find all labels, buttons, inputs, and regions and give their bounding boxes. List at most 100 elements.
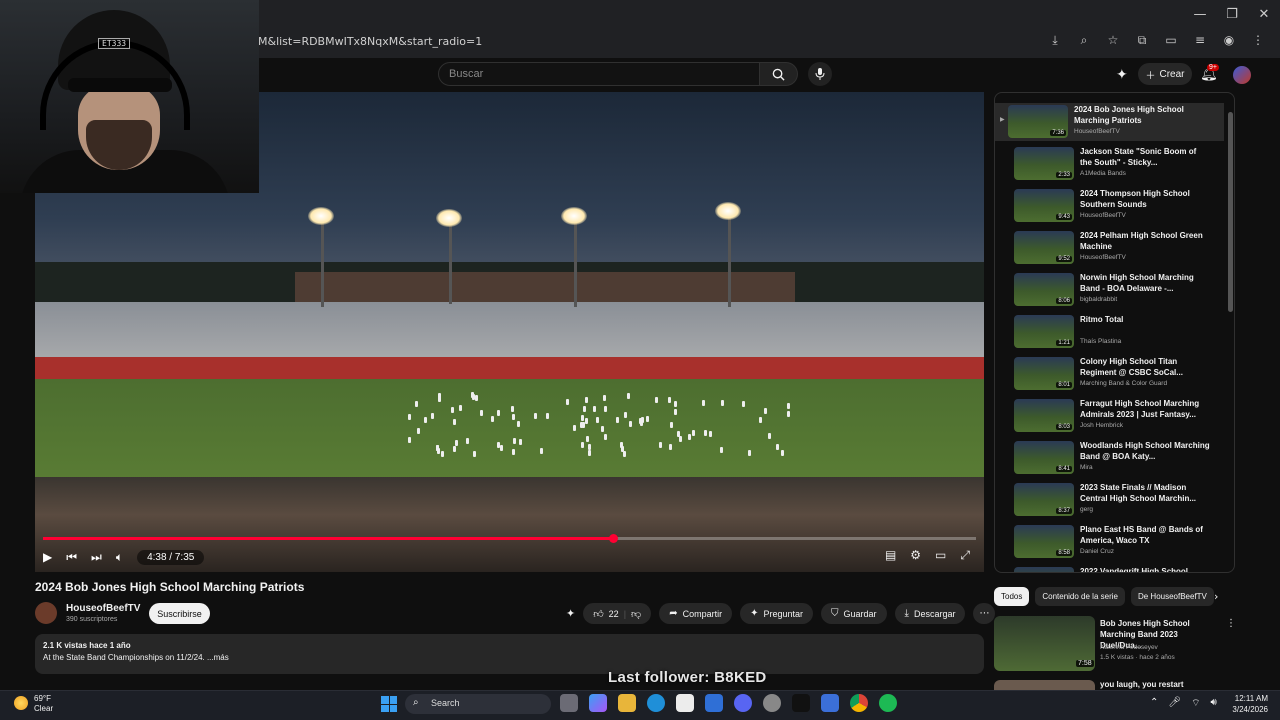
playlist-thumbnail[interactable]: 8:58 xyxy=(1014,525,1074,558)
playlist-item[interactable]: 8:01 Colony High School Titan Regiment @ … xyxy=(1001,355,1226,393)
settings-gear-icon[interactable]: ⚙ xyxy=(910,548,921,563)
play-icon[interactable]: ▶ xyxy=(43,550,52,564)
obs-icon[interactable] xyxy=(763,694,781,712)
fullscreen-icon[interactable]: ⤢ xyxy=(960,548,970,563)
zoom-icon[interactable]: ⌕ xyxy=(1076,33,1092,48)
search-input[interactable]: Buscar xyxy=(438,62,760,86)
minimize-button[interactable]: — xyxy=(1184,0,1216,28)
playlist-title[interactable]: 2023 State Finals // Madison Central Hig… xyxy=(1080,482,1210,504)
recommendation-item[interactable]: you laugh, you restart xyxy=(994,680,1274,690)
playlist-title[interactable]: 2022 Vandegrift High School xyxy=(1080,566,1210,572)
progress-scrubber[interactable] xyxy=(609,534,619,543)
task-view-icon[interactable] xyxy=(560,694,578,712)
playlist-item[interactable]: 8:41 Woodlands High School Marching Band … xyxy=(1001,439,1226,477)
playlist-title[interactable]: Farragut High School Marching Admirals 2… xyxy=(1080,398,1210,420)
playlist-item[interactable]: 2:33 Jackson State "Sonic Boom of the Sou… xyxy=(1001,145,1226,183)
playlist-title[interactable]: Colony High School Titan Regiment @ CSBC… xyxy=(1080,356,1210,378)
wifi-icon[interactable]: ⌔ xyxy=(1191,697,1200,710)
playlist-title[interactable]: Woodlands High School Marching Band @ BO… xyxy=(1080,440,1210,462)
store-icon[interactable] xyxy=(676,694,694,712)
recommendation-thumbnail[interactable] xyxy=(994,680,1095,690)
playlist-title[interactable]: Plano East HS Band @ Bands of America, W… xyxy=(1080,524,1210,546)
volume-icon[interactable]: 🔈︎ xyxy=(116,550,123,565)
install-icon[interactable]: ⤓ xyxy=(1047,33,1063,48)
volume-icon[interactable]: 🔊︎ xyxy=(1211,697,1217,710)
playlist-item[interactable]: 8:58 Plano East HS Band @ Bands of Americ… xyxy=(1001,523,1226,561)
voice-search-button[interactable] xyxy=(808,62,832,86)
account-avatar[interactable] xyxy=(1233,66,1251,84)
ask-button[interactable]: ✦ Preguntar xyxy=(740,603,814,624)
like-button[interactable]: 👍︎ 22 | 👎︎ xyxy=(583,603,652,624)
previous-icon[interactable]: ⏮ xyxy=(66,550,77,565)
playlist-thumbnail[interactable] xyxy=(1014,567,1074,572)
channel-name[interactable]: HouseofBeefTV xyxy=(66,603,140,614)
playlist-item[interactable]: 8:03 Farragut High School Marching Admira… xyxy=(1001,397,1226,435)
more-icon[interactable]: ⋮ xyxy=(1226,618,1236,629)
filter-chip[interactable]: Contenido de la serie xyxy=(1035,587,1125,606)
filter-chip[interactable]: De HouseofBeefTV xyxy=(1130,587,1214,606)
share-button[interactable]: ➦ Compartir xyxy=(659,603,733,624)
recommendation-title[interactable]: you laugh, you restart xyxy=(1100,680,1184,689)
next-icon[interactable]: ⏭ xyxy=(91,550,102,565)
playlist-thumbnail[interactable]: 2:33 xyxy=(1014,147,1074,180)
save-button[interactable]: ⛉ Guardar xyxy=(821,603,887,624)
playlist-title[interactable]: Norwin High School Marching Band - BOA D… xyxy=(1080,272,1210,294)
playlist-thumbnail[interactable]: 1:21 xyxy=(1014,315,1074,348)
more-actions-button[interactable]: ⋯ xyxy=(973,603,996,624)
playlist-item[interactable]: 1:21 Ritmo Total Thaís Plastina xyxy=(1001,313,1226,351)
channel-avatar[interactable] xyxy=(35,602,57,624)
playlist-thumbnail[interactable]: 9:43 xyxy=(1014,189,1074,222)
edge-icon[interactable] xyxy=(647,694,665,712)
weather-sun-icon[interactable] xyxy=(14,696,28,710)
ai-tool-icon[interactable]: ✦ xyxy=(1116,66,1128,83)
playlist-thumbnail[interactable]: 9:52 xyxy=(1014,231,1074,264)
playlist-thumbnail[interactable]: 7:36 xyxy=(1008,105,1068,138)
profile-icon[interactable]: ◉ xyxy=(1221,33,1237,48)
maximize-button[interactable]: ❐ xyxy=(1216,0,1248,28)
playlist-item[interactable]: 2022 Vandegrift High School xyxy=(1001,565,1226,572)
playlist-thumbnail[interactable]: 8:41 xyxy=(1014,441,1074,474)
chevron-right-icon[interactable]: › xyxy=(1214,590,1218,603)
search-button[interactable] xyxy=(760,62,798,86)
windows-start-icon[interactable] xyxy=(381,696,397,712)
download-button[interactable]: ⤓ Descargar xyxy=(894,603,966,624)
playlist-title[interactable]: Ritmo Total xyxy=(1080,314,1210,325)
star-icon[interactable]: ☆ xyxy=(1105,33,1121,48)
playlist-thumbnail[interactable]: 8:37 xyxy=(1014,483,1074,516)
playlist-thumbnail[interactable]: 8:01 xyxy=(1014,357,1074,390)
description-box[interactable]: 2.1 K vistas hace 1 año At the State Ban… xyxy=(35,634,984,674)
address-url[interactable]: M&list=RDBMwITx8NqxM&start_radio=1 xyxy=(258,35,482,48)
tiktok-icon[interactable] xyxy=(792,694,810,712)
subscribe-button[interactable]: Suscribirse xyxy=(149,603,210,624)
playlist-title[interactable]: 2024 Thompson High School Southern Sound… xyxy=(1080,188,1210,210)
ai-sparkle-icon[interactable]: ✦ xyxy=(566,607,575,620)
thumbs-down-icon[interactable]: 👎︎ xyxy=(631,608,641,620)
weather-widget[interactable]: 69°F Clear xyxy=(34,694,53,714)
menu-icon[interactable]: ⋮ xyxy=(1250,33,1266,48)
playlist-item[interactable]: 9:43 2024 Thompson High School Southern S… xyxy=(1001,187,1226,225)
discord-icon[interactable] xyxy=(734,694,752,712)
file-explorer-icon[interactable] xyxy=(618,694,636,712)
taskbar-clock[interactable]: 12:11 AM 3/24/2026 xyxy=(1228,693,1268,715)
spotify-icon[interactable] xyxy=(879,694,897,712)
playlist-item[interactable]: ▶ 7:36 2024 Bob Jones High School Marching… xyxy=(995,103,1224,141)
copilot-icon[interactable] xyxy=(589,694,607,712)
mail-icon[interactable] xyxy=(705,694,723,712)
playlist-title[interactable]: 2024 Bob Jones High School Marching Patr… xyxy=(1074,104,1204,126)
sidebar-icon[interactable]: ▭ xyxy=(1163,33,1179,48)
recommendation-item[interactable]: 7:58 Bob Jones High School Marching Band… xyxy=(994,616,1274,674)
chrome-icon[interactable] xyxy=(850,694,868,712)
playlist-thumbnail[interactable]: 8:03 xyxy=(1014,399,1074,432)
subtitles-icon[interactable]: ▤ xyxy=(885,548,896,563)
chevron-up-icon[interactable]: ⌃ xyxy=(1150,697,1158,710)
filter-chip[interactable]: Todos xyxy=(994,587,1030,606)
playlist-scrollbar[interactable] xyxy=(1228,112,1233,312)
playlist-thumbnail[interactable]: 8:06 xyxy=(1014,273,1074,306)
playlist-item[interactable]: 8:37 2023 State Finals // Madison Central… xyxy=(1001,481,1226,519)
microphone-icon[interactable]: 🎤︎ xyxy=(1168,697,1181,710)
create-button[interactable]: ＋ Crear xyxy=(1138,63,1192,85)
playlist-title[interactable]: Jackson State "Sonic Boom of the South" … xyxy=(1080,146,1210,168)
playlist-title[interactable]: 2024 Pelham High School Green Machine xyxy=(1080,230,1210,252)
playlist-item[interactable]: 9:52 2024 Pelham High School Green Machin… xyxy=(1001,229,1226,267)
close-button[interactable]: ✕ xyxy=(1248,0,1280,28)
